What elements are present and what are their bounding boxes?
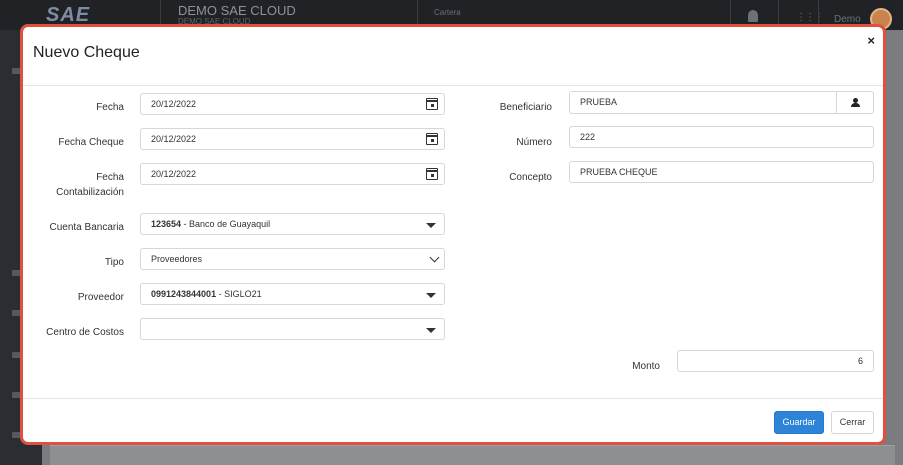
numero-value: 222: [580, 132, 596, 142]
tipo-label: Tipo: [104, 257, 124, 268]
fecha-contabilizacion-label: Fecha Contabilización: [56, 172, 124, 198]
content-panel: [50, 445, 895, 465]
concepto-label: Concepto: [509, 172, 552, 183]
fecha-value: 20/12/2022: [151, 99, 197, 109]
modal-title: Nuevo Cheque: [33, 44, 140, 61]
monto-value: 6: [857, 356, 863, 366]
proveedor-name: - SIGLO21: [216, 289, 262, 299]
save-button[interactable]: Guardar: [774, 411, 824, 434]
cuenta-bancaria-label: Cuenta Bancaria: [49, 222, 125, 233]
caret-down-icon: [426, 293, 436, 298]
caret-down-icon: [426, 223, 436, 228]
tipo-select[interactable]: Proveedores: [140, 248, 445, 270]
centro-costos-select[interactable]: [140, 318, 445, 340]
close-icon[interactable]: ×: [867, 33, 875, 48]
cuenta-bancaria-code: 123654: [151, 219, 182, 229]
select-beneficiary-button[interactable]: [836, 91, 874, 114]
numero-label: Número: [516, 137, 552, 148]
fecha-cheque-input[interactable]: 20/12/2022: [140, 128, 445, 150]
proveedor-label: Proveedor: [77, 292, 124, 303]
concepto-value: PRUEBA CHEQUE: [580, 167, 658, 177]
header-divider: [23, 85, 883, 86]
fecha-input[interactable]: 20/12/2022: [140, 93, 445, 115]
close-button[interactable]: Cerrar: [831, 411, 874, 434]
calendar-icon[interactable]: [425, 133, 438, 145]
footer-divider: [23, 398, 883, 399]
bell-icon[interactable]: [748, 10, 758, 22]
calendar-icon[interactable]: [425, 98, 438, 110]
user-icon-body: [851, 103, 860, 107]
monto-label: Monto: [632, 361, 660, 372]
cuenta-bancaria-name: - Banco de Guayaquil: [181, 219, 271, 229]
cuenta-bancaria-select[interactable]: 123654 - Banco de Guayaquil: [140, 213, 445, 235]
fecha-label: Fecha: [96, 102, 124, 113]
numero-input[interactable]: 222: [569, 126, 874, 148]
module-label: Cartera: [434, 8, 461, 17]
fecha-cheque-value: 20/12/2022: [151, 134, 197, 144]
beneficiario-label: Beneficiario: [499, 102, 552, 113]
caret-down-icon: [426, 328, 436, 333]
beneficiario-value: PRUEBA: [580, 97, 618, 107]
chevron-down-icon: [429, 252, 440, 263]
calendar-icon[interactable]: [425, 168, 438, 180]
nuevo-cheque-modal: Nuevo Cheque × Fecha 20/12/2022 Fecha Ch…: [20, 24, 886, 445]
fecha-cheque-label: Fecha Cheque: [58, 137, 124, 148]
concepto-input[interactable]: PRUEBA CHEQUE: [569, 161, 874, 183]
proveedor-code: 0991243844001: [151, 289, 217, 299]
monto-input[interactable]: 6: [677, 350, 874, 372]
centro-costos-label: Centro de Costos: [46, 327, 124, 338]
beneficiario-input[interactable]: PRUEBA: [569, 91, 837, 114]
company-title: DEMO SAE CLOUD: [178, 3, 296, 18]
fecha-contabilizacion-input[interactable]: 20/12/2022: [140, 163, 445, 185]
fecha-contabilizacion-value: 20/12/2022: [151, 169, 197, 179]
proveedor-select[interactable]: 0991243844001 - SIGLO21: [140, 283, 445, 305]
tipo-value: Proveedores: [151, 254, 203, 264]
